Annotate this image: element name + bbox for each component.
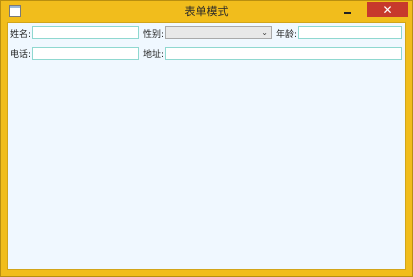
minimize-icon	[343, 11, 351, 14]
close-icon: ✕	[382, 2, 393, 17]
phone-input[interactable]	[32, 47, 139, 60]
chevron-down-icon: ⌄	[261, 28, 268, 37]
close-button[interactable]: ✕	[367, 2, 408, 17]
phone-label: 电话:	[10, 50, 32, 60]
form-panel: 姓名: 性别: ⌄ 年龄: 电话: 地址:	[7, 22, 406, 270]
app-window: 表单模式 ✕ 姓名: 性别: ⌄ 年龄: 电话: 地址:	[0, 0, 413, 277]
gender-label: 性别:	[143, 30, 165, 40]
name-label: 姓名:	[10, 30, 32, 40]
title-bar[interactable]: 表单模式 ✕	[1, 1, 412, 22]
age-input[interactable]	[298, 26, 402, 39]
age-label: 年龄:	[276, 30, 298, 40]
address-label: 地址:	[143, 50, 165, 60]
gender-select[interactable]: ⌄	[165, 26, 272, 39]
name-input[interactable]	[32, 26, 139, 39]
minimize-button[interactable]	[335, 2, 359, 17]
address-input[interactable]	[165, 47, 402, 60]
